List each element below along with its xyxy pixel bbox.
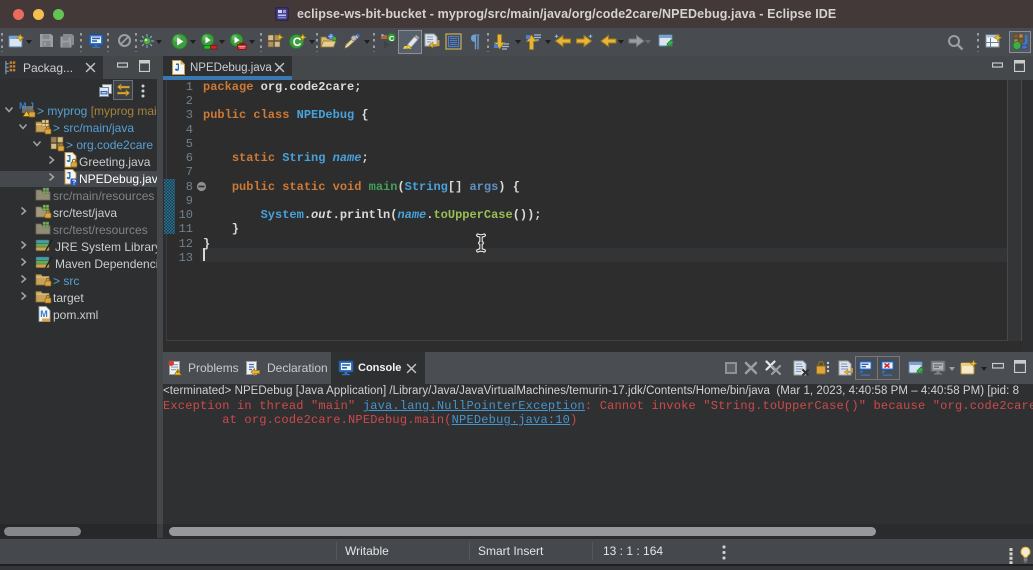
svg-text:C: C (389, 34, 395, 43)
svg-text:M: M (40, 309, 48, 319)
svg-text:?: ? (72, 180, 76, 186)
